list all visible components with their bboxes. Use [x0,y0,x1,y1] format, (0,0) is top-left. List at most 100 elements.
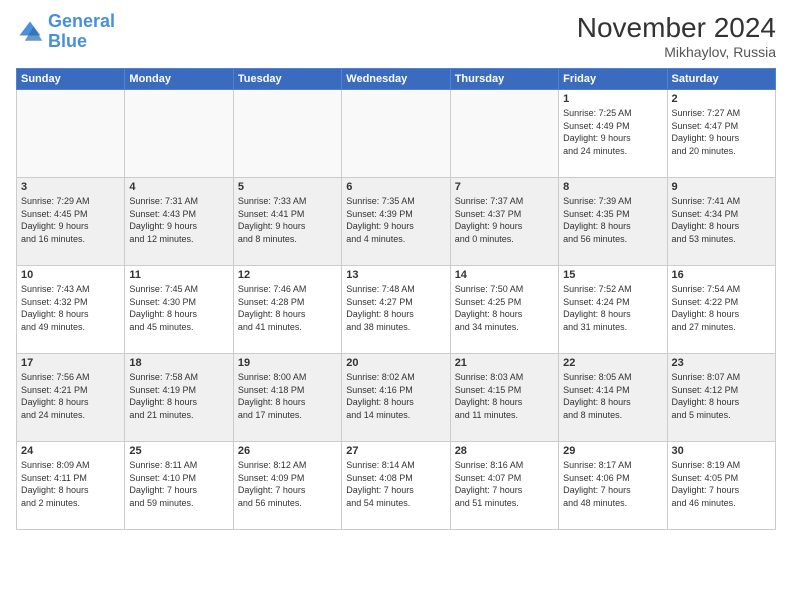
table-row: 14Sunrise: 7:50 AM Sunset: 4:25 PM Dayli… [450,266,558,354]
day-info: Sunrise: 7:29 AM Sunset: 4:45 PM Dayligh… [21,195,120,245]
table-row [342,90,450,178]
day-number: 8 [563,181,662,193]
location: Mikhaylov, Russia [577,44,776,60]
logo-line2: Blue [48,31,87,51]
col-monday: Monday [125,69,233,90]
day-info: Sunrise: 8:03 AM Sunset: 4:15 PM Dayligh… [455,371,554,421]
day-number: 15 [563,269,662,281]
table-row: 24Sunrise: 8:09 AM Sunset: 4:11 PM Dayli… [17,442,125,530]
col-saturday: Saturday [667,69,775,90]
table-row: 22 Sunrise: 8:05 AM Sunset: 4:14 PM Dayli… [559,354,667,442]
table-row: 11 Sunrise: 7:45 AM Sunset: 4:30 PM Dayli… [125,266,233,354]
day-number: 16 [672,269,771,281]
day-number: 4 [129,181,228,193]
day-info: Sunrise: 8:12 AM Sunset: 4:09 PM Dayligh… [238,459,337,509]
table-row: 10 Sunrise: 7:43 AM Sunset: 4:32 PM Dayli… [17,266,125,354]
day-number: 28 [455,445,554,457]
table-row: 7Sunrise: 7:37 AM Sunset: 4:37 PM Daylig… [450,178,558,266]
day-info: Sunrise: 7:50 AM Sunset: 4:25 PM Dayligh… [455,283,554,333]
table-row: 19 Sunrise: 8:00 AM Sunset: 4:18 PM Dayli… [233,354,341,442]
table-row: 3 Sunrise: 7:29 AM Sunset: 4:45 PM Daylig… [17,178,125,266]
table-row: 17Sunrise: 7:56 AM Sunset: 4:21 PM Dayli… [17,354,125,442]
day-info: Sunrise: 7:54 AM Sunset: 4:22 PM Dayligh… [672,283,771,333]
table-row: 8 Sunrise: 7:39 AM Sunset: 4:35 PM Daylig… [559,178,667,266]
table-row: 28 Sunrise: 8:16 AM Sunset: 4:07 PM Dayli… [450,442,558,530]
day-info: Sunrise: 8:02 AM Sunset: 4:16 PM Dayligh… [346,371,445,421]
day-info: Sunrise: 7:58 AM Sunset: 4:19 PM Dayligh… [129,371,228,421]
day-number: 3 [21,181,120,193]
day-info: Sunrise: 8:14 AM Sunset: 4:08 PM Dayligh… [346,459,445,509]
table-row: 30 Sunrise: 8:19 AM Sunset: 4:05 PM Dayli… [667,442,775,530]
day-number: 19 [238,357,337,369]
table-row: 9 Sunrise: 7:41 AM Sunset: 4:34 PM Daylig… [667,178,775,266]
day-info: Sunrise: 8:05 AM Sunset: 4:14 PM Dayligh… [563,371,662,421]
day-number: 5 [238,181,337,193]
day-number: 9 [672,181,771,193]
title-block: November 2024 Mikhaylov, Russia [577,12,776,60]
day-number: 2 [672,93,771,105]
logo: General Blue [16,12,115,52]
table-row: 5 Sunrise: 7:33 AM Sunset: 4:41 PM Daylig… [233,178,341,266]
table-row: 12 Sunrise: 7:46 AM Sunset: 4:28 PM Dayli… [233,266,341,354]
day-number: 6 [346,181,445,193]
col-sunday: Sunday [17,69,125,90]
day-number: 1 [563,93,662,105]
day-number: 24 [21,445,120,457]
table-row: 13 Sunrise: 7:48 AM Sunset: 4:27 PM Dayli… [342,266,450,354]
logo-line1: General [48,11,115,31]
col-thursday: Thursday [450,69,558,90]
col-friday: Friday [559,69,667,90]
logo-text: General Blue [48,12,115,52]
day-info: Sunrise: 7:45 AM Sunset: 4:30 PM Dayligh… [129,283,228,333]
table-row: 18 Sunrise: 7:58 AM Sunset: 4:19 PM Dayli… [125,354,233,442]
day-info: Sunrise: 8:17 AM Sunset: 4:06 PM Dayligh… [563,459,662,509]
day-info: Sunrise: 7:56 AM Sunset: 4:21 PM Dayligh… [21,371,120,421]
calendar: Sunday Monday Tuesday Wednesday Thursday… [16,68,776,530]
day-number: 25 [129,445,228,457]
day-number: 22 [563,357,662,369]
day-info: Sunrise: 7:35 AM Sunset: 4:39 PM Dayligh… [346,195,445,245]
table-row: 23Sunrise: 8:07 AM Sunset: 4:12 PM Dayli… [667,354,775,442]
page: General Blue November 2024 Mikhaylov, Ru… [0,0,792,612]
logo-icon [16,18,44,46]
day-number: 20 [346,357,445,369]
day-info: Sunrise: 7:48 AM Sunset: 4:27 PM Dayligh… [346,283,445,333]
day-number: 11 [129,269,228,281]
day-info: Sunrise: 7:25 AM Sunset: 4:49 PM Dayligh… [563,107,662,157]
day-info: Sunrise: 7:46 AM Sunset: 4:28 PM Dayligh… [238,283,337,333]
day-number: 27 [346,445,445,457]
day-number: 13 [346,269,445,281]
day-number: 12 [238,269,337,281]
col-wednesday: Wednesday [342,69,450,90]
day-number: 30 [672,445,771,457]
day-info: Sunrise: 8:00 AM Sunset: 4:18 PM Dayligh… [238,371,337,421]
table-row: 21Sunrise: 8:03 AM Sunset: 4:15 PM Dayli… [450,354,558,442]
day-info: Sunrise: 8:16 AM Sunset: 4:07 PM Dayligh… [455,459,554,509]
day-info: Sunrise: 7:27 AM Sunset: 4:47 PM Dayligh… [672,107,771,157]
day-info: Sunrise: 7:52 AM Sunset: 4:24 PM Dayligh… [563,283,662,333]
table-row [233,90,341,178]
table-row: 25 Sunrise: 8:11 AM Sunset: 4:10 PM Dayli… [125,442,233,530]
day-number: 18 [129,357,228,369]
table-row: 16 Sunrise: 7:54 AM Sunset: 4:22 PM Dayli… [667,266,775,354]
day-info: Sunrise: 7:33 AM Sunset: 4:41 PM Dayligh… [238,195,337,245]
day-number: 7 [455,181,554,193]
table-row [450,90,558,178]
day-info: Sunrise: 8:19 AM Sunset: 4:05 PM Dayligh… [672,459,771,509]
table-row: 1 Sunrise: 7:25 AM Sunset: 4:49 PM Daylig… [559,90,667,178]
table-row: 27 Sunrise: 8:14 AM Sunset: 4:08 PM Dayli… [342,442,450,530]
day-info: Sunrise: 7:43 AM Sunset: 4:32 PM Dayligh… [21,283,120,333]
table-row [17,90,125,178]
day-info: Sunrise: 8:11 AM Sunset: 4:10 PM Dayligh… [129,459,228,509]
table-row: 4Sunrise: 7:31 AM Sunset: 4:43 PM Daylig… [125,178,233,266]
table-row: 15 Sunrise: 7:52 AM Sunset: 4:24 PM Dayli… [559,266,667,354]
table-row: 2 Sunrise: 7:27 AM Sunset: 4:47 PM Daylig… [667,90,775,178]
header: General Blue November 2024 Mikhaylov, Ru… [16,12,776,60]
day-info: Sunrise: 8:07 AM Sunset: 4:12 PM Dayligh… [672,371,771,421]
day-info: Sunrise: 7:41 AM Sunset: 4:34 PM Dayligh… [672,195,771,245]
day-info: Sunrise: 7:39 AM Sunset: 4:35 PM Dayligh… [563,195,662,245]
day-number: 26 [238,445,337,457]
table-row: 20 Sunrise: 8:02 AM Sunset: 4:16 PM Dayli… [342,354,450,442]
day-number: 10 [21,269,120,281]
table-row: 26 Sunrise: 8:12 AM Sunset: 4:09 PM Dayli… [233,442,341,530]
